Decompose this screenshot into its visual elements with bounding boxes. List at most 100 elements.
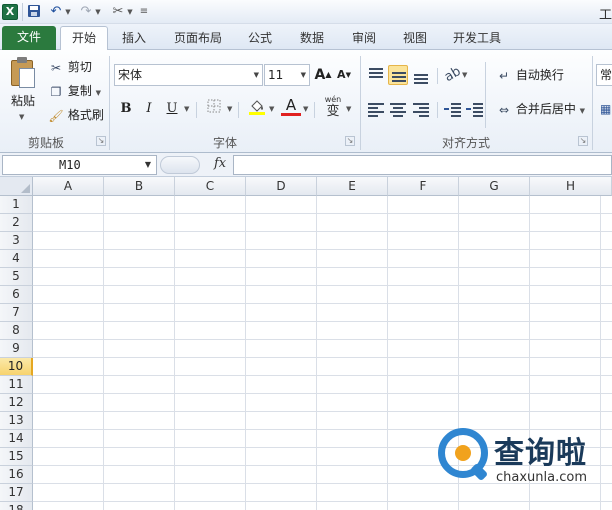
cut-button[interactable]: ✂ 剪切 (48, 58, 92, 77)
tab-review[interactable]: 审阅 (342, 27, 386, 50)
format-painter-button[interactable]: 🖌 格式刷 (48, 106, 103, 125)
tab-home[interactable]: 开始 (60, 26, 108, 50)
customize-qat-icon[interactable]: ≡ (136, 4, 152, 20)
row-header-6[interactable]: 6 (0, 286, 33, 304)
phonetic-dropdown-icon[interactable]: ▼ (346, 99, 351, 119)
tab-developer[interactable]: 开发工具 (444, 27, 510, 50)
paste-icon[interactable] (9, 56, 37, 90)
formula-input[interactable] (233, 155, 612, 175)
insert-function-icon[interactable]: fx (214, 156, 226, 171)
row-header-10[interactable]: 10 (0, 358, 33, 376)
align-inner-separator (485, 62, 486, 128)
row-header-14[interactable]: 14 (0, 430, 33, 448)
font-color-button[interactable]: A (281, 96, 301, 116)
column-header-h[interactable]: H (530, 177, 612, 196)
row-header-2[interactable]: 2 (0, 214, 33, 232)
clipboard-group-label: 剪贴板 (27, 136, 64, 150)
font-color-dropdown-icon[interactable]: ▼ (303, 99, 308, 119)
number-format-icon[interactable]: ▦ (600, 100, 611, 118)
excel-logo-icon[interactable]: X (2, 4, 18, 20)
name-box-value: M10 (59, 158, 81, 172)
row-header-4[interactable]: 4 (0, 250, 33, 268)
name-box-dropdown-icon[interactable]: ▼ (145, 156, 151, 174)
column-header-e[interactable]: E (317, 177, 388, 196)
watermark-text: 查询啦 (494, 436, 587, 471)
number-format-combo[interactable]: 常 (596, 64, 612, 86)
row-header-11[interactable]: 11 (0, 376, 33, 394)
copy-button[interactable]: ❐ 复制 ▼ (48, 82, 101, 102)
ribbon-home: 粘贴 ▼ ✂ 剪切 ❐ 复制 ▼ 🖌 格式刷 剪贴板 ↘ 宋体 ▼ 11 ▼ A… (0, 50, 612, 153)
font-name-dropdown-icon[interactable]: ▼ (254, 65, 259, 85)
tab-insert[interactable]: 插入 (113, 27, 155, 50)
row-header-12[interactable]: 12 (0, 394, 33, 412)
merge-center-dropdown-icon[interactable]: ▼ (580, 107, 585, 115)
row-header-17[interactable]: 17 (0, 484, 33, 502)
clipboard-launcher-icon[interactable]: ↘ (96, 136, 106, 146)
bold-button[interactable]: B (116, 99, 136, 119)
underline-dropdown-icon[interactable]: ▼ (184, 99, 189, 119)
increase-indent-icon[interactable] (465, 99, 485, 119)
fill-color-button[interactable] (247, 97, 267, 117)
tools-icon[interactable]: ✂ (110, 4, 126, 20)
tab-data[interactable]: 数据 (290, 27, 334, 50)
save-icon[interactable] (26, 4, 42, 20)
shrink-font-button[interactable]: A▼ (334, 65, 354, 85)
borders-dropdown-icon[interactable]: ▼ (227, 99, 232, 119)
wrap-text-button[interactable]: ↵ 自动换行 (496, 66, 564, 85)
merge-center-button[interactable]: ⇔ 合并后居中 ▼ (496, 100, 585, 120)
orientation-dropdown-icon[interactable]: ▼ (462, 65, 467, 85)
row-header-18[interactable]: 18 (0, 502, 33, 510)
tab-formulas[interactable]: 公式 (238, 27, 282, 50)
fill-color-dropdown-icon[interactable]: ▼ (269, 99, 274, 119)
font-name-combo[interactable]: 宋体 ▼ (114, 64, 263, 86)
formula-bar-handle[interactable] (160, 156, 200, 174)
copy-icon: ❐ (50, 84, 62, 99)
decrease-indent-icon[interactable] (443, 99, 463, 119)
column-header-d[interactable]: D (246, 177, 317, 196)
undo-dropdown-icon[interactable]: ▼ (64, 4, 72, 20)
row-header-8[interactable]: 8 (0, 322, 33, 340)
row-header-15[interactable]: 15 (0, 448, 33, 466)
font-launcher-icon[interactable]: ↘ (345, 136, 355, 146)
grow-font-button[interactable]: A▲ (313, 65, 333, 85)
paste-dropdown-icon[interactable]: ▼ (19, 108, 24, 126)
redo-dropdown-icon[interactable]: ▼ (94, 4, 102, 20)
underline-button[interactable]: U (162, 99, 182, 119)
font-size-combo[interactable]: 11 ▼ (264, 64, 310, 86)
alignment-launcher-icon[interactable]: ↘ (578, 136, 588, 146)
italic-button[interactable]: I (139, 99, 159, 119)
align-middle-icon[interactable] (388, 65, 408, 85)
tab-file[interactable]: 文件 (2, 26, 56, 50)
formula-bar: M10 ▼ fx (0, 153, 612, 177)
row-header-5[interactable]: 5 (0, 268, 33, 286)
copy-dropdown-icon[interactable]: ▼ (96, 89, 101, 97)
wrap-text-label: 自动换行 (515, 68, 564, 82)
row-header-7[interactable]: 7 (0, 304, 33, 322)
column-header-b[interactable]: B (104, 177, 175, 196)
column-header-c[interactable]: C (175, 177, 246, 196)
align-bottom-icon[interactable] (411, 65, 431, 85)
qat-separator (22, 3, 23, 21)
row-header-1[interactable]: 1 (0, 196, 33, 214)
align-center-icon[interactable] (388, 99, 408, 119)
name-box[interactable]: M10 ▼ (2, 155, 157, 175)
tab-view[interactable]: 视图 (393, 27, 437, 50)
column-header-a[interactable]: A (33, 177, 104, 196)
row-header-16[interactable]: 16 (0, 466, 33, 484)
select-all-button[interactable] (0, 177, 33, 196)
tab-page-layout[interactable]: 页面布局 (166, 27, 230, 50)
align-top-icon[interactable] (366, 65, 386, 85)
column-header-f[interactable]: F (388, 177, 459, 196)
undo-icon[interactable]: ↶ (48, 4, 64, 20)
row-header-3[interactable]: 3 (0, 232, 33, 250)
phonetic-guide-button[interactable]: wén 变 (321, 94, 345, 118)
align-left-icon[interactable] (366, 99, 386, 119)
row-header-13[interactable]: 13 (0, 412, 33, 430)
tools-dropdown-icon[interactable]: ▼ (126, 4, 134, 20)
font-size-dropdown-icon[interactable]: ▼ (301, 65, 306, 85)
row-header-9[interactable]: 9 (0, 340, 33, 358)
align-right-icon[interactable] (411, 99, 431, 119)
borders-icon[interactable] (204, 99, 224, 119)
redo-icon[interactable]: ↷ (78, 4, 94, 20)
column-header-g[interactable]: G (459, 177, 530, 196)
